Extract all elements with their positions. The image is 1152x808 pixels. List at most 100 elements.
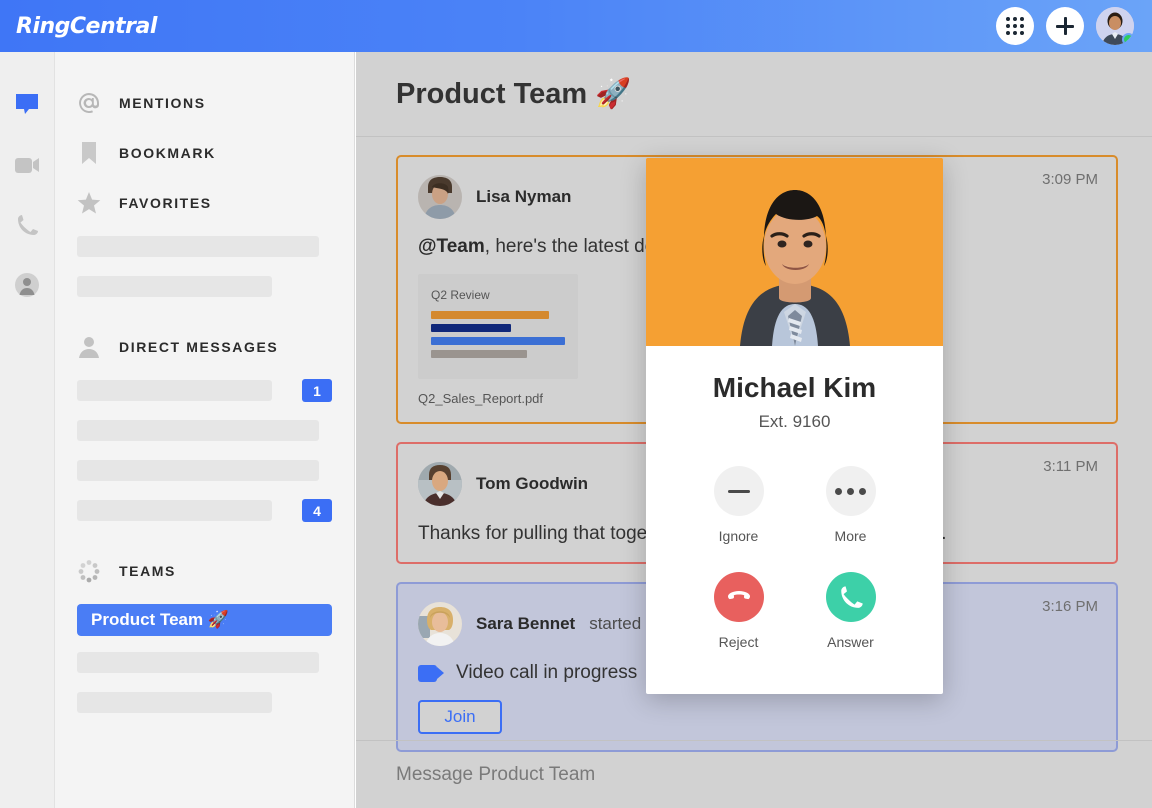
list-item[interactable]: 1 xyxy=(77,380,332,401)
bookmark-icon xyxy=(77,141,101,165)
preview-bar xyxy=(431,311,549,319)
avatar[interactable] xyxy=(1096,7,1134,45)
list-item[interactable] xyxy=(77,460,332,481)
sidebar-section-label: DIRECT MESSAGES xyxy=(119,339,278,355)
top-bar: RingCentral xyxy=(0,0,1152,52)
message-author: Sara Bennet xyxy=(476,614,575,634)
at-icon xyxy=(77,91,101,115)
attachment-preview[interactable]: Q2 Review xyxy=(418,274,578,379)
answer-button[interactable]: Answer xyxy=(826,572,876,650)
sidebar-item-label: MENTIONS xyxy=(119,95,206,111)
dialpad-button[interactable] xyxy=(996,7,1034,45)
rail-item-phone[interactable] xyxy=(12,210,42,240)
plus-icon xyxy=(1055,16,1075,36)
caller-name: Michael Kim xyxy=(646,372,943,404)
placeholder-bar xyxy=(77,380,272,401)
incoming-call-modal: Michael Kim Ext. 9160 Ignore More xyxy=(646,158,943,694)
message-composer[interactable]: Message Product Team xyxy=(356,740,1152,808)
reject-button[interactable]: Reject xyxy=(714,572,764,650)
answer-label: Answer xyxy=(827,634,874,650)
sidebar: MENTIONS BOOKMARK FAVORITES xyxy=(55,52,355,808)
sidebar-item-product-team[interactable]: Product Team 🚀 xyxy=(77,604,332,636)
list-item[interactable] xyxy=(77,420,332,441)
hangup-phone-icon xyxy=(714,572,764,622)
caller-extension: Ext. 9160 xyxy=(646,412,943,432)
sidebar-section-teams[interactable]: TEAMS xyxy=(77,554,332,588)
rail-item-contacts[interactable] xyxy=(12,270,42,300)
rail-item-video[interactable] xyxy=(12,150,42,180)
sidebar-section-label: TEAMS xyxy=(119,563,176,579)
primary-call-actions: Reject Answer xyxy=(646,572,943,650)
user-avatar-icon xyxy=(418,602,462,646)
join-button[interactable]: Join xyxy=(418,700,502,734)
ignore-label: Ignore xyxy=(719,528,759,544)
ignore-button[interactable]: Ignore xyxy=(714,466,764,544)
placeholder-bar xyxy=(77,460,319,481)
more-label: More xyxy=(835,528,867,544)
list-item[interactable] xyxy=(77,692,332,713)
video-camera-icon xyxy=(14,155,40,175)
sidebar-item-bookmark[interactable]: BOOKMARK xyxy=(77,136,332,170)
preview-bar xyxy=(431,350,527,358)
placeholder-bar xyxy=(77,420,319,441)
list-item[interactable]: 4 xyxy=(77,500,332,521)
message-timestamp: 3:16 PM xyxy=(1042,598,1098,615)
phone-icon xyxy=(15,213,39,237)
phone-icon xyxy=(826,572,876,622)
secondary-call-actions: Ignore More xyxy=(646,466,943,544)
unread-badge: 4 xyxy=(302,499,332,522)
app-logo: RingCentral xyxy=(16,14,157,39)
app-root: RingCentral xyxy=(0,0,1152,808)
sidebar-item-favorites[interactable]: FAVORITES xyxy=(77,186,332,220)
teams-dots-icon xyxy=(77,559,101,583)
mention-token[interactable]: @Team xyxy=(418,236,485,257)
sidebar-section-direct-messages[interactable]: DIRECT MESSAGES xyxy=(77,330,332,364)
message-bubble-icon xyxy=(14,92,40,118)
attachment-title: Q2 Review xyxy=(431,288,565,302)
page-title: Product Team 🚀 xyxy=(396,77,631,111)
placeholder-bar xyxy=(77,500,272,521)
user-avatar-icon xyxy=(418,175,462,219)
caller-photo xyxy=(646,158,943,346)
message-author: Tom Goodwin xyxy=(476,474,588,494)
unread-badge: 1 xyxy=(302,379,332,402)
icon-rail xyxy=(0,52,55,808)
more-button[interactable]: More xyxy=(826,466,876,544)
add-button[interactable] xyxy=(1046,7,1084,45)
avatar[interactable] xyxy=(418,462,462,506)
preview-bar xyxy=(431,337,565,345)
placeholder-bar xyxy=(77,692,272,713)
star-icon xyxy=(77,191,101,215)
caller-photo-image xyxy=(646,158,943,346)
sidebar-item-label: Product Team 🚀 xyxy=(91,610,229,630)
minus-icon xyxy=(714,466,764,516)
placeholder-bar xyxy=(77,236,319,257)
placeholder-bar xyxy=(77,652,319,673)
presence-indicator xyxy=(1122,33,1134,45)
top-bar-actions xyxy=(996,7,1134,45)
rail-item-messages[interactable] xyxy=(12,90,42,120)
composer-placeholder: Message Product Team xyxy=(396,764,595,786)
preview-bar xyxy=(431,324,511,332)
list-item[interactable] xyxy=(77,236,332,257)
dialpad-icon xyxy=(1006,17,1024,35)
list-item[interactable] xyxy=(77,276,332,297)
sidebar-item-mentions[interactable]: MENTIONS xyxy=(77,86,332,120)
conversation-header: Product Team 🚀 xyxy=(356,52,1152,137)
message-timestamp: 3:09 PM xyxy=(1042,171,1098,188)
video-camera-icon xyxy=(418,665,444,682)
avatar[interactable] xyxy=(418,175,462,219)
ellipsis-icon xyxy=(826,466,876,516)
person-icon xyxy=(77,335,101,359)
placeholder-bar xyxy=(77,276,272,297)
sidebar-item-label: BOOKMARK xyxy=(119,145,216,161)
sidebar-item-label: FAVORITES xyxy=(119,195,212,211)
list-item[interactable] xyxy=(77,652,332,673)
contacts-icon xyxy=(14,272,40,298)
message-timestamp: 3:11 PM xyxy=(1043,458,1098,475)
call-status-text: Video call in progress xyxy=(456,662,637,684)
user-avatar-icon xyxy=(418,462,462,506)
message-author: Lisa Nyman xyxy=(476,187,571,207)
avatar[interactable] xyxy=(418,602,462,646)
reject-label: Reject xyxy=(719,634,759,650)
